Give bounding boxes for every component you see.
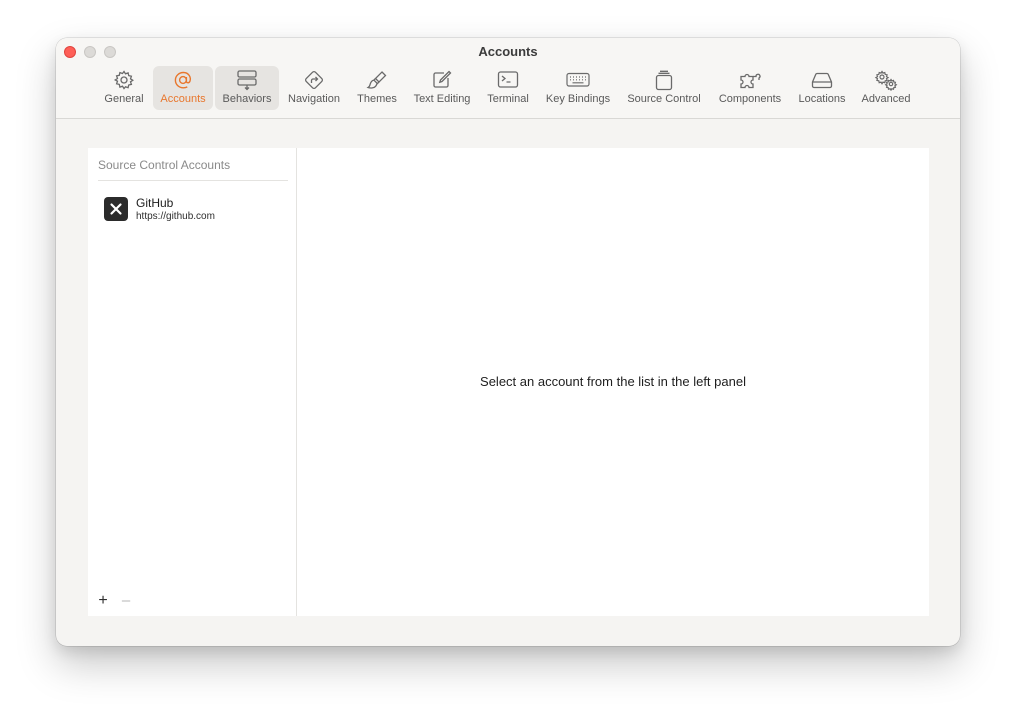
toolbar-text-editing[interactable]: Text Editing xyxy=(408,66,476,110)
preferences-window: Accounts General Accounts Behaviors Navi… xyxy=(56,38,960,646)
toolbar-source-control-label: Source Control xyxy=(627,93,701,105)
toolbar-general-label: General xyxy=(104,93,144,105)
toolbar-general[interactable]: General xyxy=(98,66,150,110)
toolbar-themes-label: Themes xyxy=(357,93,397,105)
github-logo-icon xyxy=(104,197,128,221)
source-control-icon xyxy=(652,69,676,91)
pencil-square-icon xyxy=(430,69,454,91)
toolbar-navigation[interactable]: Navigation xyxy=(282,66,346,110)
at-sign-icon xyxy=(171,69,195,91)
toolbar-behaviors-label: Behaviors xyxy=(222,93,272,105)
toolbar-terminal-label: Terminal xyxy=(487,93,529,105)
toolbar-locations[interactable]: Locations xyxy=(792,66,852,110)
empty-selection-message: Select an account from the list in the l… xyxy=(480,374,746,389)
account-name: GitHub xyxy=(136,196,174,210)
keyboard-icon xyxy=(566,69,590,91)
gear-icon xyxy=(112,69,136,91)
toolbar-components-label: Components xyxy=(718,93,782,105)
drive-icon xyxy=(810,69,834,91)
toolbar-text-editing-label: Text Editing xyxy=(413,93,471,105)
toolbar-navigation-label: Navigation xyxy=(288,93,340,105)
title-bar: Accounts General Accounts Behaviors Navi… xyxy=(56,38,960,119)
toolbar-accounts[interactable]: Accounts xyxy=(153,66,213,110)
accounts-sidebar: Source Control Accounts GitHub https://g… xyxy=(88,148,297,616)
toolbar-source-control[interactable]: Source Control xyxy=(622,66,706,110)
toolbar-locations-label: Locations xyxy=(798,93,846,105)
toolbar-key-bindings-label: Key Bindings xyxy=(545,93,611,105)
add-account-button[interactable]: + xyxy=(96,593,110,609)
puzzle-icon xyxy=(738,69,762,91)
toolbar-components[interactable]: Components xyxy=(713,66,787,110)
window-title: Accounts xyxy=(478,44,538,59)
account-row-github[interactable]: GitHub https://github.com xyxy=(104,196,284,224)
toolbar-behaviors[interactable]: Behaviors xyxy=(215,66,279,110)
toolbar-advanced[interactable]: Advanced xyxy=(855,66,917,110)
sidebar-header: Source Control Accounts xyxy=(98,158,288,181)
toolbar-advanced-label: Advanced xyxy=(861,93,911,105)
navigation-arrow-icon xyxy=(302,69,326,91)
toolbar-key-bindings[interactable]: Key Bindings xyxy=(540,66,616,110)
paintbrush-icon xyxy=(365,69,389,91)
gears-icon xyxy=(874,69,898,91)
toolbar-accounts-label: Accounts xyxy=(160,93,206,105)
behaviors-icon xyxy=(235,69,259,91)
account-url: https://github.com xyxy=(136,211,215,222)
remove-account-button[interactable]: – xyxy=(119,593,133,608)
terminal-icon xyxy=(496,69,520,91)
toolbar-themes[interactable]: Themes xyxy=(350,66,404,110)
toolbar-terminal[interactable]: Terminal xyxy=(481,66,535,110)
account-detail-panel: Select an account from the list in the l… xyxy=(297,148,929,616)
